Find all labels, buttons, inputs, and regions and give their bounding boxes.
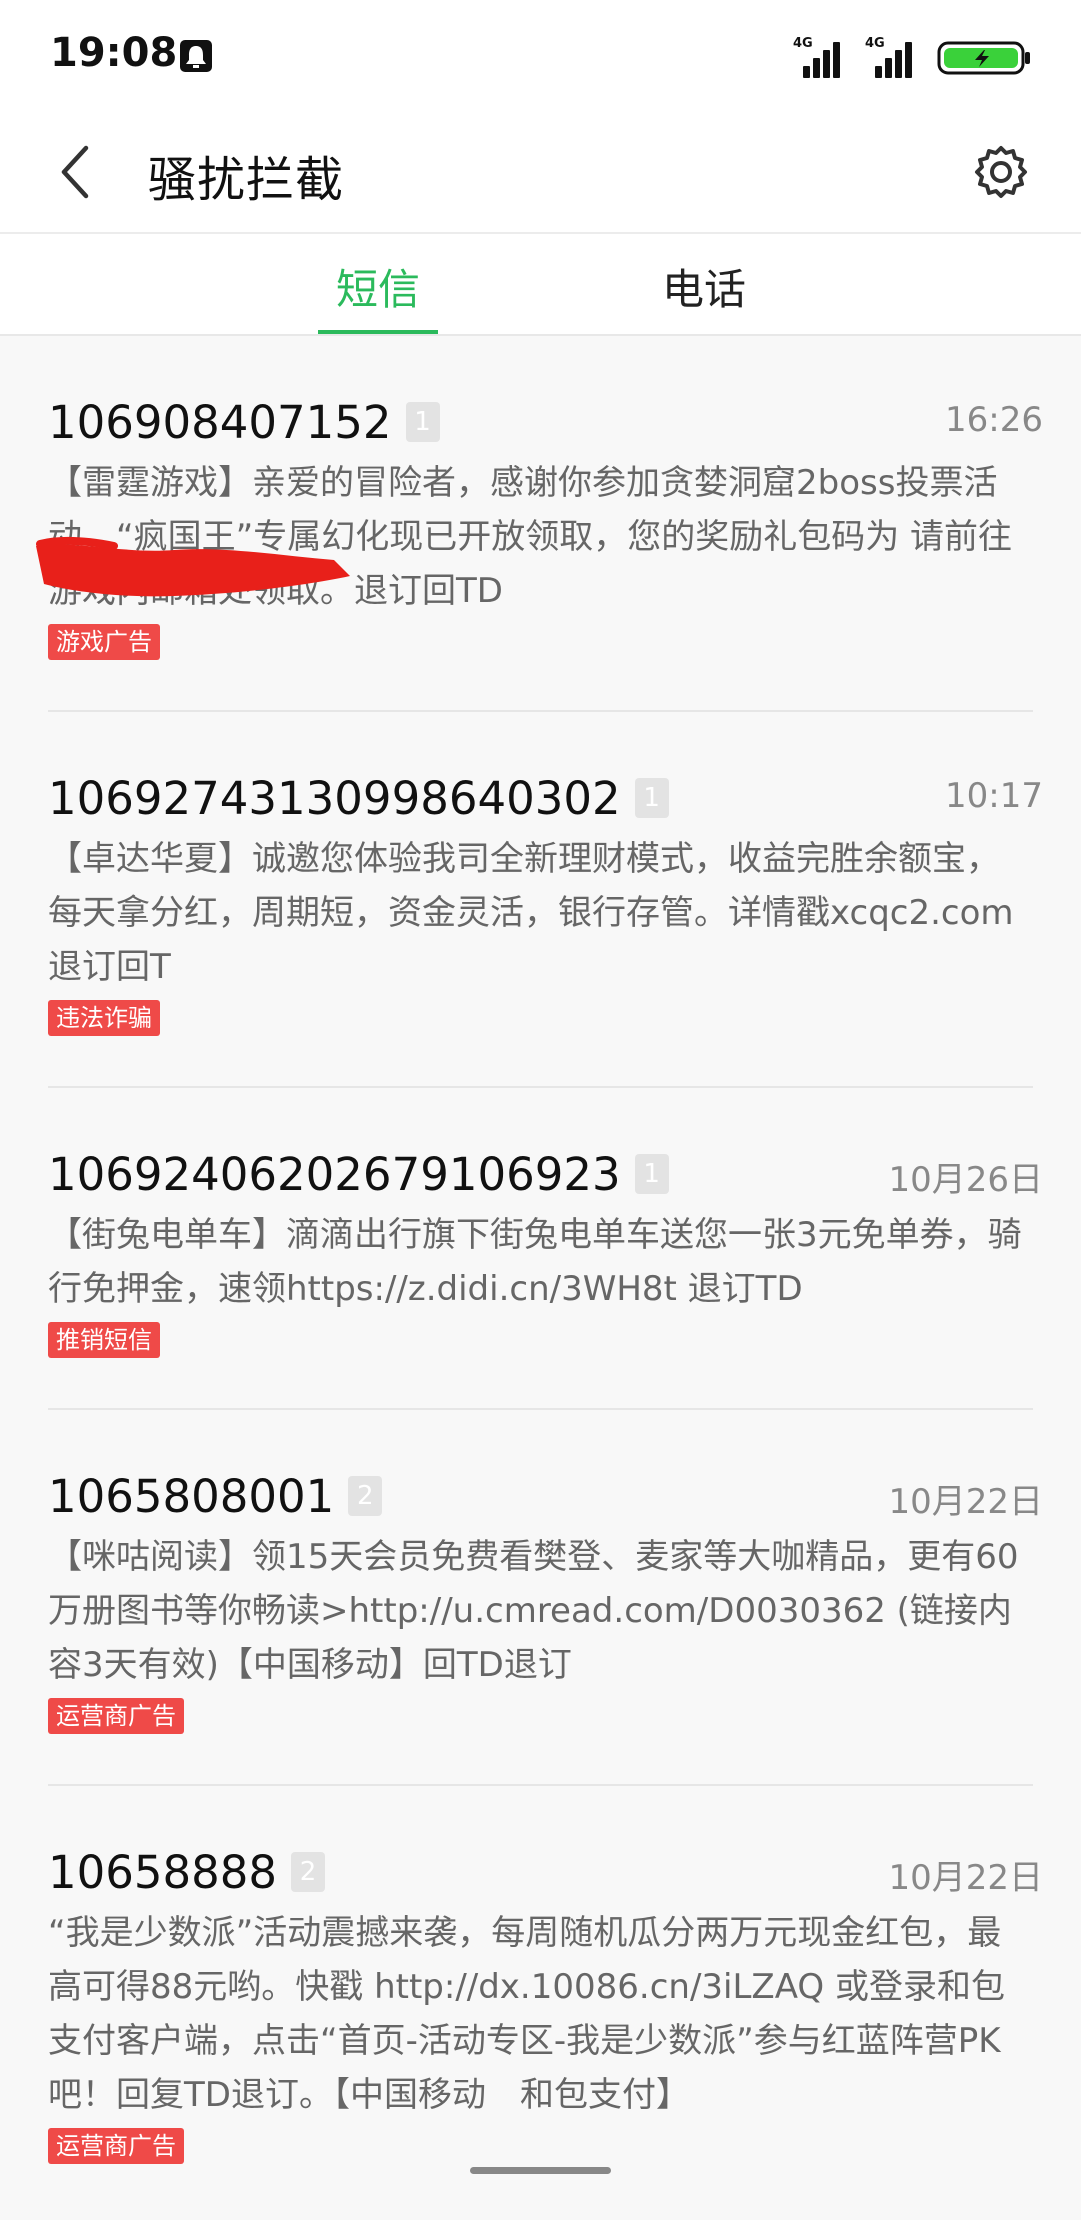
sender-number: 10692743130998640302 1 bbox=[48, 772, 669, 825]
list-item[interactable]: 1065808001 2 10月22日 【咪咕阅读】领15天会员免费看樊登、麦家等… bbox=[48, 1410, 1043, 1786]
sender-number: 10658888 2 bbox=[48, 1846, 326, 1899]
sender-number: 106908407152 1 bbox=[48, 396, 440, 449]
category-tag: 违法诈骗 bbox=[48, 1000, 160, 1036]
category-tag: 推销短信 bbox=[48, 1322, 160, 1358]
message-count-badge: 1 bbox=[405, 402, 440, 442]
message-time: 10月26日 bbox=[888, 1160, 1043, 1200]
gear-icon bbox=[975, 146, 1027, 198]
settings-button[interactable] bbox=[961, 132, 1041, 212]
status-time: 19:08 bbox=[50, 30, 178, 76]
tab-calls[interactable]: 电话 bbox=[662, 256, 746, 317]
message-count-badge: 1 bbox=[634, 1154, 669, 1194]
chevron-left-icon bbox=[61, 145, 89, 199]
status-bar: 19:08 4G 4G bbox=[0, 0, 1081, 112]
category-tag: 运营商广告 bbox=[48, 1698, 184, 1734]
message-count-badge: 2 bbox=[348, 1476, 383, 1516]
message-time: 16:26 bbox=[945, 400, 1043, 440]
sender-number: 10692406202679106923 1 bbox=[48, 1148, 669, 1201]
network-type-label: 4G bbox=[793, 36, 813, 51]
battery-icon bbox=[937, 41, 1030, 75]
message-list: 106908407152 1 16:26 【雷霆游戏】亲爱的冒险者，感谢你参加贪婪… bbox=[0, 336, 1081, 2184]
category-tag: 运营商广告 bbox=[48, 2128, 184, 2164]
home-indicator[interactable] bbox=[470, 2167, 611, 2174]
sender-number: 1065808001 2 bbox=[48, 1470, 383, 1523]
list-item[interactable]: 10658888 2 10月22日 “我是少数派”活动震撼来袭，每周随机瓜分两万元… bbox=[48, 1786, 1043, 2184]
list-item[interactable]: 10692743130998640302 1 10:17 【卓达华夏】诚邀您体验我… bbox=[48, 712, 1043, 1088]
page-title: 骚扰拦截 bbox=[148, 152, 345, 208]
signal-icon: 4G bbox=[793, 36, 843, 78]
message-time: 10月22日 bbox=[888, 1482, 1043, 1522]
network-type-label: 4G bbox=[865, 36, 885, 51]
redaction-mark bbox=[36, 536, 350, 597]
list-item[interactable]: 10692406202679106923 1 10月26日 【街兔电单车】滴滴出行… bbox=[48, 1088, 1043, 1410]
active-tab-indicator bbox=[318, 330, 438, 334]
signal-icon: 4G bbox=[865, 36, 915, 78]
message-count-badge: 1 bbox=[634, 778, 669, 818]
category-tag: 游戏广告 bbox=[48, 624, 160, 660]
message-body: 【街兔电单车】滴滴出行旗下街兔电单车送您一张3元免单券，骑行免押金，速领http… bbox=[48, 1215, 1022, 1309]
tab-sms[interactable]: 短信 bbox=[336, 256, 420, 317]
notification-icon bbox=[180, 40, 212, 72]
status-indicators: 4G 4G bbox=[793, 34, 1033, 78]
app-header: 骚扰拦截 bbox=[0, 112, 1081, 234]
back-button[interactable] bbox=[38, 134, 114, 210]
message-time: 10:17 bbox=[945, 776, 1043, 816]
tab-bar: 短信 电话 bbox=[0, 234, 1081, 336]
message-time: 10月22日 bbox=[888, 1858, 1043, 1898]
message-body: 【咪咕阅读】领15天会员免费看樊登、麦家等大咖精品，更有60万册图书等你畅读>h… bbox=[48, 1537, 1019, 1685]
message-body: “我是少数派”活动震撼来袭，每周随机瓜分两万元现金红包，最高可得88元哟。快戳 … bbox=[48, 1913, 1005, 2115]
message-body: 【卓达华夏】诚邀您体验我司全新理财模式，收益完胜余额宝，每天拿分红，周期短，资金… bbox=[48, 839, 1014, 987]
list-item[interactable]: 106908407152 1 16:26 【雷霆游戏】亲爱的冒险者，感谢你参加贪婪… bbox=[36, 336, 1043, 712]
message-count-badge: 2 bbox=[291, 1852, 326, 1892]
